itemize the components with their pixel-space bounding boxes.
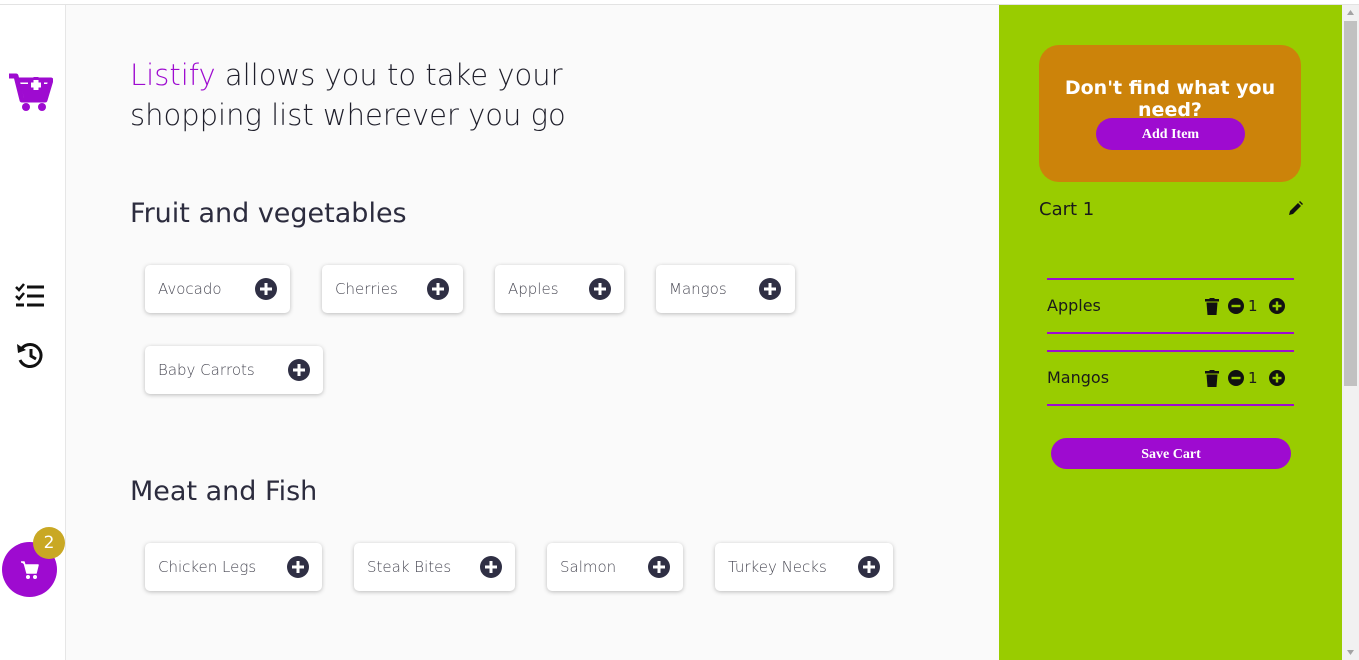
cart-panel: Don't find what you need? Add Item Cart … <box>999 5 1342 660</box>
product-label: Steak Bites <box>367 558 452 576</box>
cart-item-name: Apples <box>1047 296 1101 315</box>
main-content: Listify allows you to take your shopping… <box>66 5 999 660</box>
trash-icon[interactable] <box>1205 298 1219 315</box>
save-cart-button[interactable]: Save Cart <box>1051 438 1291 469</box>
history-icon[interactable] <box>14 339 46 371</box>
product-label: Mangos <box>669 280 727 298</box>
checklist-icon[interactable] <box>14 280 46 312</box>
minus-circle-icon[interactable] <box>1228 370 1244 386</box>
pencil-icon[interactable] <box>1286 200 1304 218</box>
product-chip-chicken-legs[interactable]: Chicken Legs <box>145 543 322 591</box>
brand-name: Listify <box>130 58 216 92</box>
scrollbar-thumb[interactable] <box>1344 21 1357 386</box>
product-chip-steak-bites[interactable]: Steak Bites <box>354 543 515 591</box>
cart-item-quantity: 1 <box>1248 297 1258 315</box>
product-chip-avocado[interactable]: Avocado <box>145 265 290 313</box>
product-label: Salmon <box>560 558 617 576</box>
cart-count-badge: 2 <box>33 527 65 559</box>
product-label: Baby Carrots <box>158 361 255 379</box>
section-title-fruit: Fruit and vegetables <box>130 198 407 229</box>
add-item-button[interactable]: Add Item <box>1096 118 1245 150</box>
plus-circle-icon[interactable] <box>255 278 277 300</box>
plus-circle-icon[interactable] <box>427 278 449 300</box>
plus-circle-icon[interactable] <box>1269 298 1285 314</box>
scroll-up-arrow-icon[interactable] <box>1342 5 1359 20</box>
plus-circle-icon[interactable] <box>288 359 310 381</box>
cart-item-row: Apples 1 <box>1047 278 1294 334</box>
promo-card: Don't find what you need? Add Item <box>1039 45 1301 182</box>
product-chip-mangos[interactable]: Mangos <box>656 265 795 313</box>
page-headline: Listify allows you to take your shopping… <box>130 55 650 135</box>
plus-circle-icon[interactable] <box>759 278 781 300</box>
product-chip-apples[interactable]: Apples <box>495 265 624 313</box>
product-chip-baby-carrots[interactable]: Baby Carrots <box>145 346 323 394</box>
scroll-down-arrow-icon[interactable] <box>1342 645 1359 660</box>
plus-circle-icon[interactable] <box>858 556 880 578</box>
minus-circle-icon[interactable] <box>1228 298 1244 314</box>
cart-item-row: Mangos 1 <box>1047 350 1294 406</box>
cart-item-quantity: 1 <box>1248 369 1258 387</box>
product-chip-cherries[interactable]: Cherries <box>322 265 463 313</box>
plus-circle-icon[interactable] <box>1269 370 1285 386</box>
plus-circle-icon[interactable] <box>287 556 309 578</box>
section-title-meat: Meat and Fish <box>130 476 318 507</box>
product-label: Turkey Necks <box>728 558 827 576</box>
promo-text: Don't find what you need? <box>1064 77 1276 121</box>
plus-circle-icon[interactable] <box>589 278 611 300</box>
plus-circle-icon[interactable] <box>480 556 502 578</box>
cart-icon <box>21 561 39 579</box>
product-label: Avocado <box>158 280 222 298</box>
trash-icon[interactable] <box>1205 370 1219 387</box>
product-label: Chicken Legs <box>158 558 257 576</box>
product-label: Apples <box>508 280 559 298</box>
add-to-cart-logo-icon[interactable] <box>7 68 54 114</box>
cart-title: Cart 1 <box>1039 199 1095 220</box>
vertical-scrollbar[interactable] <box>1342 5 1359 660</box>
product-chip-turkey-necks[interactable]: Turkey Necks <box>715 543 893 591</box>
cart-item-name: Mangos <box>1047 368 1110 387</box>
product-chip-salmon[interactable]: Salmon <box>547 543 683 591</box>
product-label: Cherries <box>335 280 398 298</box>
plus-circle-icon[interactable] <box>648 556 670 578</box>
